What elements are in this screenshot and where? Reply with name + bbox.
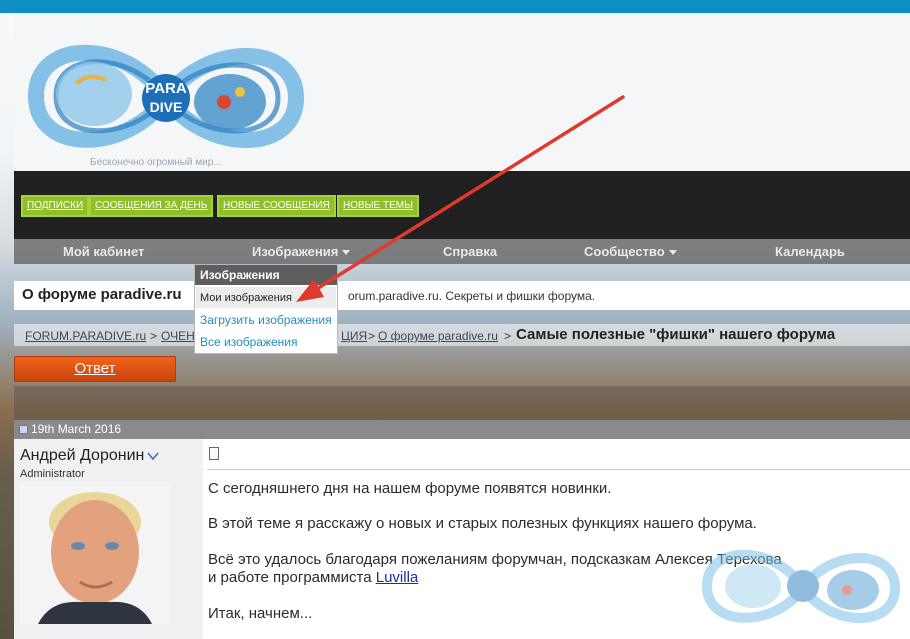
breadcrumb-separator: >	[504, 329, 512, 343]
author-role: Administrator	[20, 468, 85, 480]
breadcrumb-forum-link[interactable]: О форуме paradive.ru	[378, 329, 498, 343]
all-images-link[interactable]: Все изображения	[200, 335, 298, 349]
new-posts-link[interactable]: НОВЫЕ СООБЩЕНИЯ	[217, 195, 336, 217]
document-icon	[209, 447, 219, 460]
post-spacer-band	[14, 386, 910, 420]
logo-text-dive: DIVE	[150, 99, 183, 115]
author-name-link[interactable]: Андрей Доронин	[20, 447, 159, 465]
post-line-1: С сегодняшнего дня на нашем форуме появя…	[208, 480, 612, 497]
chevron-down-icon[interactable]	[147, 451, 159, 461]
menu-my-cabinet[interactable]: Мой кабинет	[63, 239, 144, 264]
upload-images-link[interactable]: Загрузить изображения	[200, 313, 332, 327]
new-threads-link[interactable]: НОВЫЕ ТЕМЫ	[337, 195, 419, 217]
calendar-icon	[19, 425, 28, 434]
quick-links-bar: ПОДПИСКИ СООБЩЕНИЯ ЗА ДЕНЬ НОВЫЕ СООБЩЕН…	[14, 171, 910, 239]
menu-images-label: Изображения	[252, 244, 339, 259]
subscriptions-link[interactable]: ПОДПИСКИ	[21, 195, 90, 217]
images-dropdown: Изображения Мои изображения Загрузить из…	[194, 264, 338, 354]
paradive-watermark	[701, 549, 901, 623]
forum-title: О форуме paradive.ru	[22, 286, 182, 303]
post-line-5: Итак, начнем...	[208, 605, 313, 622]
forum-info-bar: О форуме paradive.ru orum.paradive.ru. С…	[14, 281, 910, 310]
post-author-panel: Андрей Доронин Administrator	[14, 439, 203, 639]
dropdown-title: Изображения	[195, 265, 337, 285]
post-header: 19th March 2016	[14, 420, 910, 439]
post-date: 19th March 2016	[31, 422, 122, 436]
paradive-logo[interactable]: PARA DIVE	[16, 28, 312, 164]
menu-help[interactable]: Справка	[443, 239, 497, 264]
programmer-link[interactable]: Luvilla	[376, 569, 419, 586]
main-menu: Мой кабинет Изображения Справка Сообщест…	[14, 239, 910, 264]
top-accent-bar	[0, 0, 910, 13]
breadcrumb-section-link-end[interactable]: ЦИЯ	[341, 329, 367, 343]
breadcrumb: FORUM.PARADIVE.ru > ОЧЕН ЦИЯ > О форуме …	[14, 324, 910, 346]
caret-down-icon	[668, 250, 677, 256]
caret-down-icon	[342, 250, 351, 256]
menu-images[interactable]: Изображения	[252, 239, 351, 264]
breadcrumb-separator: >	[150, 329, 158, 343]
author-avatar[interactable]	[20, 482, 170, 624]
post-divider	[207, 469, 910, 470]
logo-text-para: PARA	[145, 80, 187, 97]
reply-button[interactable]: Ответ	[14, 356, 176, 382]
menu-community[interactable]: Сообщество	[584, 239, 677, 264]
author-name: Андрей Доронин	[20, 447, 145, 464]
breadcrumb-separator: >	[368, 329, 376, 343]
menu-calendar[interactable]: Календарь	[775, 239, 845, 264]
menu-community-label: Сообщество	[584, 244, 665, 259]
site-tagline: Бесконечно огромный мир...	[90, 157, 222, 168]
post-line-4-text: и работе программиста	[208, 569, 376, 586]
breadcrumb-section-link[interactable]: ОЧЕН	[161, 329, 195, 343]
todays-posts-link[interactable]: СООБЩЕНИЯ ЗА ДЕНЬ	[89, 195, 214, 217]
breadcrumb-home-link[interactable]: FORUM.PARADIVE.ru	[25, 329, 146, 343]
post-line-2: В этой теме я расскажу о новых и старых …	[208, 515, 757, 532]
my-images-link[interactable]: Мои изображения	[200, 292, 292, 304]
post-line-4: и работе программиста Luvilla	[208, 569, 418, 586]
thread-title: Самые полезные "фишки" нашего форума	[516, 326, 836, 343]
forum-description: orum.paradive.ru. Секреты и фишки форума…	[348, 289, 596, 303]
